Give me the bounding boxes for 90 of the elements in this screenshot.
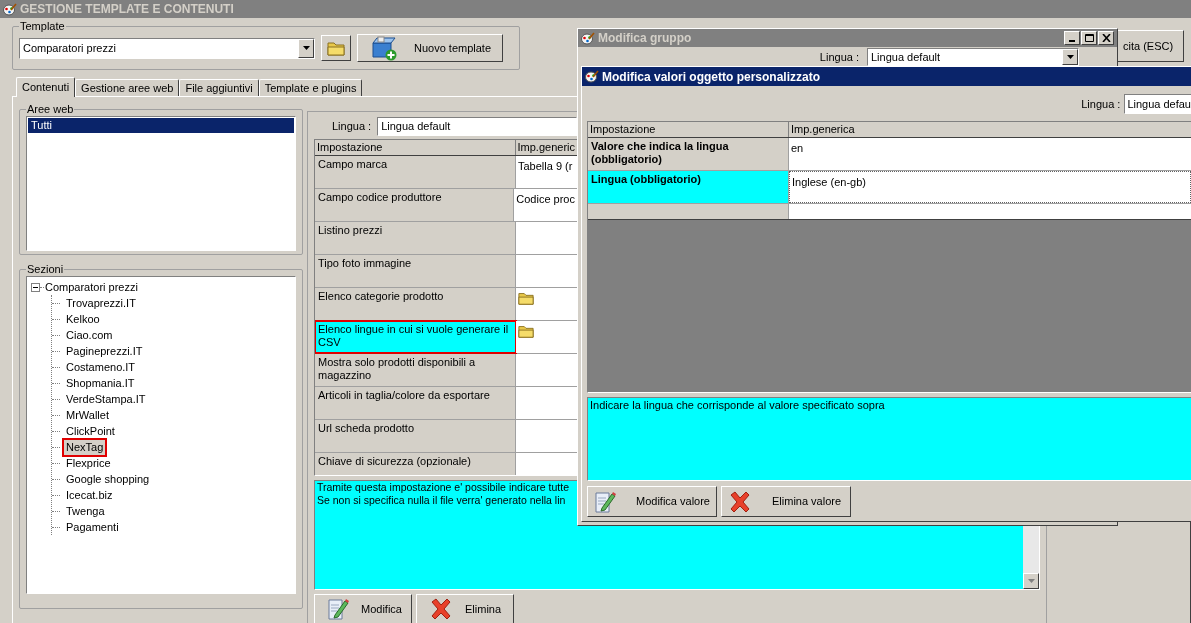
tab[interactable]: Contenuti: [16, 77, 76, 97]
tree-item[interactable]: Icecat.biz: [64, 487, 115, 503]
field-label: Lingua :: [332, 119, 372, 135]
window-title: Modifica valori oggetto personalizzato: [602, 68, 821, 86]
tree-item[interactable]: Google shopping: [64, 471, 152, 487]
folder-icon: [327, 39, 345, 57]
delete-button[interactable]: Elimina: [416, 594, 514, 623]
window-title: Modifica gruppo: [598, 30, 692, 47]
edit-button[interactable]: Modifica: [314, 594, 412, 623]
setting-name-cell[interactable]: Campo codice produttore: [315, 189, 515, 221]
setting-name-cell[interactable]: Valore che indica la lingua (obbligatorio): [588, 138, 789, 170]
setting-value-cell[interactable]: en: [789, 138, 1191, 170]
delete-icon: [429, 597, 453, 621]
document-pencil-icon: [594, 489, 616, 514]
dropdown-field[interactable]: Lingua default: [867, 48, 1079, 66]
tree-item[interactable]: Pagamenti: [64, 519, 121, 535]
group-label: Aree web: [26, 103, 75, 116]
description-text: Tramite questa impostazione e' possibile indicare tutte Se non si specifica nulla il file verra' generato nella lin: [316, 481, 570, 507]
setting-value-cell[interactable]: [516, 387, 577, 419]
delete-button[interactable]: Elimina valore: [721, 486, 851, 517]
column-header: Impostazione: [588, 122, 789, 137]
document-pencil-icon: [327, 597, 349, 621]
tree-item[interactable]: MrWallet: [64, 407, 111, 423]
setting-name-cell[interactable]: Campo marca: [315, 156, 516, 188]
window-title: GESTIONE TEMPLATE E CONTENUTI: [20, 1, 234, 18]
maximize-button[interactable]: [1081, 31, 1097, 45]
folder-icon: [518, 323, 534, 339]
list-item[interactable]: Tutti: [28, 118, 294, 133]
new-template-button[interactable]: Nuovo template: [357, 34, 503, 62]
close-icon: [1101, 34, 1111, 42]
description-text: Indicare la lingua che corrisponde al valore specificato sopra: [587, 397, 1191, 481]
setting-name-cell[interactable]: Elenco lingue in cui si vuole generare il CSV: [315, 321, 516, 353]
field-label: Lingua :: [1081, 96, 1121, 112]
minimize-button[interactable]: [1064, 31, 1080, 45]
palette-icon: [3, 2, 17, 16]
folder-icon: [518, 290, 534, 306]
scroll-down-icon: [1027, 579, 1035, 583]
setting-value-cell[interactable]: Inglese (en-gb): [789, 171, 1191, 203]
tree-item[interactable]: Shopmania.IT: [64, 375, 137, 391]
tree-item[interactable]: ClickPoint: [64, 423, 117, 439]
box-plus-icon: [370, 35, 398, 61]
palette-icon: [581, 31, 595, 45]
collapse-icon[interactable]: [31, 282, 40, 292]
setting-name-cell[interactable]: Url scheda prodotto: [315, 420, 516, 452]
setting-name-cell[interactable]: Lingua (obbligatorio): [588, 171, 789, 203]
setting-value-cell[interactable]: [516, 354, 577, 386]
field-label: Lingua :: [819, 50, 859, 64]
tree-item[interactable]: Costameno.IT: [64, 359, 138, 375]
setting-name-cell[interactable]: Chiave di sicurezza (opzionale): [315, 453, 516, 475]
tree-item[interactable]: Kelkoo: [64, 311, 102, 327]
setting-name-cell[interactable]: Tipo foto immagine: [315, 255, 516, 287]
setting-value-cell[interactable]: Tabella 9 (r: [516, 156, 577, 188]
dropdown-arrow-icon: [1066, 55, 1074, 59]
tree-item[interactable]: VerdeStampa.IT: [64, 391, 148, 407]
column-header: Imp.generica: [790, 122, 856, 137]
tree-item[interactable]: NexTag: [64, 439, 106, 455]
setting-name-cell[interactable]: Mostra solo prodotti disponibili a magazzino: [315, 354, 516, 386]
close-button[interactable]: [1098, 31, 1114, 45]
tab[interactable]: Template e plugins: [258, 79, 363, 96]
tree-item[interactable]: Flexprice: [64, 455, 113, 471]
setting-value-cell[interactable]: [516, 321, 577, 353]
tree-item[interactable]: Twenga: [64, 503, 107, 519]
setting-value-cell[interactable]: [516, 255, 577, 287]
column-header: Imp.generic: [516, 140, 576, 155]
group-label: Template: [19, 20, 66, 33]
tab[interactable]: Gestione aree web: [75, 79, 180, 96]
dropdown-field[interactable]: Lingua defau: [1124, 94, 1191, 114]
delete-icon: [728, 489, 752, 514]
tab[interactable]: File aggiuntivi: [179, 79, 259, 96]
tree-item[interactable]: Ciao.com: [64, 327, 115, 343]
setting-value-cell[interactable]: Codice proc: [514, 189, 577, 221]
dropdown-arrow-icon: [302, 46, 310, 50]
setting-name-cell[interactable]: Elenco categorie prodotto: [315, 288, 516, 320]
dropdown-field[interactable]: Lingua default: [377, 117, 578, 136]
setting-name-cell[interactable]: Articoli in taglia/colore da esportare: [315, 387, 516, 419]
setting-value-cell[interactable]: [516, 420, 577, 452]
group-label: Sezioni: [26, 263, 65, 276]
setting-value-cell[interactable]: [516, 222, 577, 254]
tree-item[interactable]: Pagineprezzi.IT: [64, 343, 145, 359]
maximize-icon: [1084, 34, 1094, 42]
tree-item[interactable]: Trovaprezzi.IT: [64, 295, 138, 311]
setting-name-cell[interactable]: Listino prezzi: [315, 222, 516, 254]
dropdown-field[interactable]: Comparatori prezzi: [19, 37, 315, 59]
column-header: Impostazione: [315, 140, 516, 155]
setting-value-cell[interactable]: [516, 288, 577, 320]
palette-icon: [585, 70, 599, 83]
edit-button[interactable]: Modifica valore: [587, 486, 717, 517]
folder-button[interactable]: [321, 35, 351, 61]
tree-item[interactable]: Comparatori prezzi: [44, 278, 139, 296]
table-cell[interactable]: [789, 204, 1191, 219]
